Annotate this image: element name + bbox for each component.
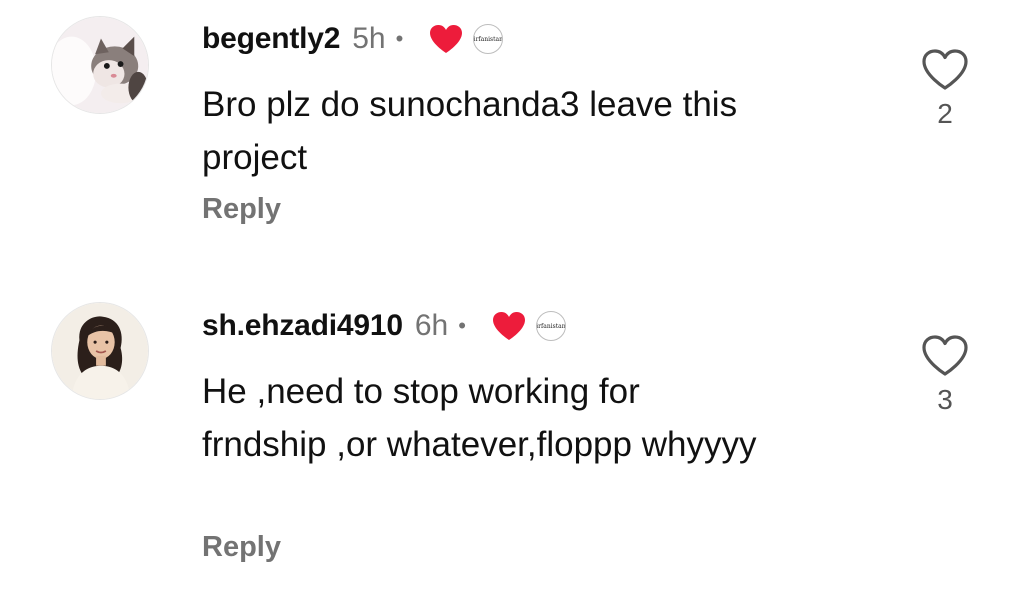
cat-avatar-image bbox=[52, 17, 148, 113]
reply-button[interactable]: Reply bbox=[202, 531, 281, 564]
reply-button[interactable]: Reply bbox=[202, 193, 281, 226]
separator-dot: • bbox=[395, 26, 404, 51]
woman-avatar-image bbox=[52, 303, 148, 399]
comment-text: He ,need to stop working for frndship ,o… bbox=[202, 372, 757, 464]
heart-filled-icon bbox=[429, 24, 463, 54]
creator-badge-text: irfanistan bbox=[473, 35, 503, 43]
avatar[interactable] bbox=[51, 16, 149, 114]
creator-avatar-badge: irfanistan bbox=[535, 311, 566, 341]
comment-meta: sh.ehzadi4910 6h • irfanistan bbox=[202, 309, 566, 343]
comment-text: Bro plz do sunochanda3 leave this projec… bbox=[202, 85, 738, 177]
creator-avatar-badge: irfanistan bbox=[473, 24, 504, 54]
username[interactable]: sh.ehzadi4910 bbox=[202, 309, 403, 343]
comment-meta: begently2 5h • irfanistan bbox=[202, 22, 504, 56]
like-count: 3 bbox=[937, 384, 953, 415]
like-count: 2 bbox=[937, 98, 953, 129]
heart-filled-icon bbox=[492, 311, 526, 341]
heart-outline-icon[interactable] bbox=[921, 334, 969, 378]
like-column: 3 bbox=[917, 334, 973, 416]
like-column: 2 bbox=[917, 48, 973, 130]
creator-badge-text: irfanistan bbox=[536, 322, 566, 330]
username[interactable]: begently2 bbox=[202, 22, 340, 56]
separator-dot: • bbox=[458, 313, 466, 338]
timestamp: 5h bbox=[352, 22, 386, 55]
heart-outline-icon[interactable] bbox=[921, 48, 969, 92]
avatar[interactable] bbox=[51, 302, 149, 400]
timestamp: 6h bbox=[414, 309, 449, 342]
